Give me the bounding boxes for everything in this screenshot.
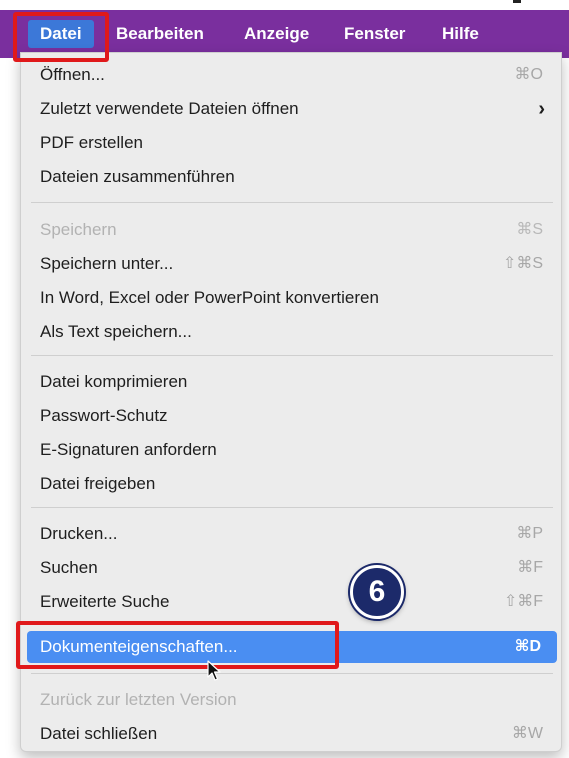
- chevron-right-icon: ›: [538, 98, 545, 120]
- menu-item-label: E-Signaturen anfordern: [40, 440, 217, 459]
- menu-item-shortcut: ⌘W: [511, 725, 543, 742]
- top-edge-mark: [513, 0, 521, 3]
- menu-separator: [31, 673, 553, 674]
- menu-bearbeiten[interactable]: Bearbeiten: [104, 20, 216, 48]
- menu-item-shortcut: ⌘D: [514, 638, 541, 655]
- menu-item-suchen[interactable]: Suchen ⌘F: [21, 552, 561, 584]
- menu-separator: [31, 355, 553, 356]
- mouse-pointer-icon: [207, 660, 221, 681]
- menu-item-pdf-erstellen[interactable]: PDF erstellen: [21, 127, 561, 159]
- menu-item-datei-komprimieren[interactable]: Datei komprimieren: [21, 366, 561, 398]
- menu-fenster[interactable]: Fenster: [332, 20, 417, 48]
- menu-item-zuletzt-verwendet[interactable]: Zuletzt verwendete Dateien öffnen ›: [21, 93, 561, 125]
- menu-item-label: Öffnen...: [40, 65, 105, 84]
- menu-item-speichern: Speichern ⌘S: [21, 214, 561, 246]
- menu-item-passwort-schutz[interactable]: Passwort-Schutz: [21, 400, 561, 432]
- menu-item-speichern-unter[interactable]: Speichern unter... ⇧⌘S: [21, 248, 561, 280]
- menu-item-label: Dokumenteigenschaften...: [40, 637, 238, 656]
- menu-item-label: PDF erstellen: [40, 133, 143, 152]
- menu-item-label: Als Text speichern...: [40, 322, 192, 341]
- menu-item-label: Speichern unter...: [40, 254, 174, 273]
- menu-datei[interactable]: Datei: [28, 20, 94, 48]
- menu-separator: [31, 507, 553, 508]
- menu-separator: [31, 202, 553, 203]
- menu-item-zurueck-letzte-version: Zurück zur letzten Version: [21, 684, 561, 716]
- menu-item-label: Dateien zusammenführen: [40, 167, 235, 186]
- menu-anzeige[interactable]: Anzeige: [232, 20, 321, 48]
- menu-item-label: Datei freigeben: [40, 474, 156, 493]
- menu-item-label: Suchen: [40, 558, 98, 577]
- menu-item-label: Zuletzt verwendete Dateien öffnen: [40, 99, 299, 118]
- menu-item-label: Datei schließen: [40, 724, 158, 743]
- menu-item-label: Speichern: [40, 220, 117, 239]
- menu-item-label: Drucken...: [40, 524, 118, 543]
- menu-item-shortcut: ⌘S: [516, 221, 543, 238]
- menu-item-datei-schliessen[interactable]: Datei schließen ⌘W: [21, 718, 561, 750]
- menu-item-erweiterte-suche[interactable]: Erweiterte Suche ⇧⌘F: [21, 586, 561, 618]
- menu-item-label: Zurück zur letzten Version: [40, 690, 237, 709]
- menu-item-drucken[interactable]: Drucken... ⌘P: [21, 518, 561, 550]
- menu-item-dokumenteigenschaften[interactable]: Dokumenteigenschaften... ⌘D: [27, 631, 557, 663]
- menu-item-oeffnen[interactable]: Öffnen... ⌘O: [21, 59, 561, 91]
- step-number-badge: 6: [350, 565, 404, 619]
- menu-item-shortcut: ⌘F: [517, 559, 543, 576]
- menu-item-label: Passwort-Schutz: [40, 406, 168, 425]
- menu-item-konvertieren[interactable]: In Word, Excel oder PowerPoint konvertie…: [21, 282, 561, 314]
- menu-item-shortcut: ⌘O: [514, 66, 543, 83]
- menu-item-label: Datei komprimieren: [40, 372, 188, 391]
- menu-item-shortcut: ⌘P: [516, 525, 543, 542]
- menu-item-datei-freigeben[interactable]: Datei freigeben: [21, 468, 561, 500]
- menu-hilfe[interactable]: Hilfe: [430, 20, 491, 48]
- menu-item-label: In Word, Excel oder PowerPoint konvertie…: [40, 288, 379, 307]
- menu-item-shortcut: ⇧⌘S: [502, 255, 543, 272]
- menu-item-als-text-speichern[interactable]: Als Text speichern...: [21, 316, 561, 348]
- menu-item-e-signaturen[interactable]: E-Signaturen anfordern: [21, 434, 561, 466]
- menu-item-dateien-zusammenfuehren[interactable]: Dateien zusammenführen: [21, 161, 561, 193]
- menu-item-label: Erweiterte Suche: [40, 592, 170, 611]
- file-menu-dropdown: Öffnen... ⌘O Zuletzt verwendete Dateien …: [20, 52, 562, 752]
- menu-item-shortcut: ⇧⌘F: [503, 593, 543, 610]
- app-menubar: Datei Bearbeiten Anzeige Fenster Hilfe: [0, 10, 569, 58]
